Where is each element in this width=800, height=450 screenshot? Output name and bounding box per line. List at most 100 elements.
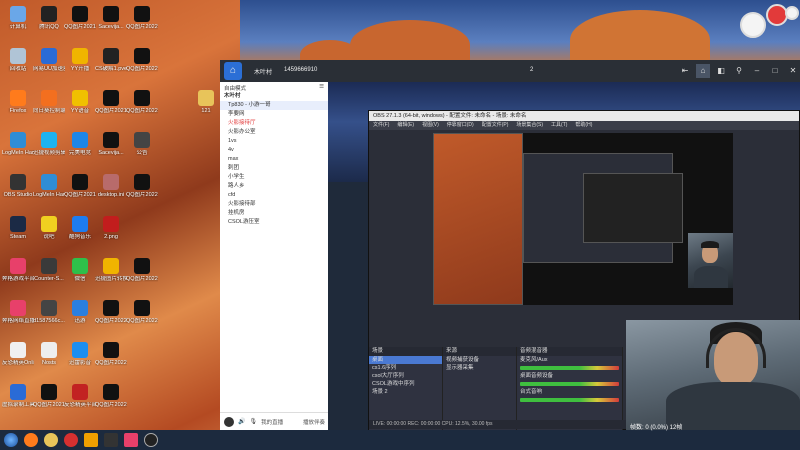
desktop-icon[interactable]: 酷狗音乐 xyxy=(64,216,96,240)
desktop-icon[interactable]: desktop.ini xyxy=(95,174,127,198)
desktop-icon[interactable]: 迅雷影音 xyxy=(64,342,96,366)
chat-mode[interactable]: 自由模式 xyxy=(224,84,246,92)
chat-channel-item[interactable]: 1vs xyxy=(220,137,328,146)
chat-channel-item[interactable]: 火影办公室 xyxy=(220,128,328,137)
obs-menu-item[interactable]: 视图(V) xyxy=(422,121,439,130)
desktop-icon[interactable]: 公告 xyxy=(126,132,158,156)
obs-menu-item[interactable]: 编辑(E) xyxy=(397,121,414,130)
chat-channel-item[interactable]: 挂机房 xyxy=(220,209,328,218)
desktop-icon[interactable]: 反恐精英Online xyxy=(2,342,34,366)
obs-menu-item[interactable]: 场景集合(S) xyxy=(516,121,543,130)
desktop-icon[interactable]: 说吧 xyxy=(33,216,65,240)
desktop-icon[interactable]: CS破解1.pve xyxy=(95,48,127,72)
taskbar-app[interactable] xyxy=(64,433,78,447)
taskbar-obs[interactable] xyxy=(144,433,158,447)
taskbar-app[interactable] xyxy=(104,433,118,447)
desktop-icon[interactable]: Sacevija... xyxy=(95,132,127,156)
chat-channel-item[interactable]: 小学生 xyxy=(220,173,328,182)
desktop-icon[interactable]: 奔格网络直播工具 xyxy=(2,300,34,324)
desktop-icon[interactable]: d1587566c... xyxy=(33,300,65,324)
desktop-icon[interactable]: QQ图片20220118... xyxy=(95,342,127,366)
desktop-icon[interactable]: QQ图片20220214... xyxy=(126,48,158,72)
desktop-icon[interactable]: Firefox xyxy=(2,90,34,114)
desktop-icon[interactable]: QQ图片20220111... xyxy=(126,300,158,324)
obs-menu-item[interactable]: 文件(F) xyxy=(373,121,389,130)
maximize-icon[interactable]: □ xyxy=(768,64,782,78)
desktop-icon[interactable]: 网易UU加速器 xyxy=(33,48,65,72)
home-tab-icon[interactable]: ⌂ xyxy=(696,64,710,78)
scene-item[interactable]: 场景 2 xyxy=(369,388,442,396)
mic-icon[interactable]: 🎙 xyxy=(249,418,257,425)
desktop-icon[interactable]: QQ图片20220121... xyxy=(95,384,127,408)
desktop-icon[interactable]: 向日葵控制端 xyxy=(33,90,65,114)
gamepad-icon[interactable]: ◧ xyxy=(714,64,728,78)
desktop-icon[interactable]: 计算机 xyxy=(2,6,34,30)
start-button[interactable] xyxy=(4,433,18,447)
desktop-icon[interactable]: QQ图片20220214... xyxy=(126,90,158,114)
desktop-icon[interactable]: LogMeIn Hamachi xyxy=(33,174,65,198)
my-live-label[interactable]: 我的直播 xyxy=(261,418,283,426)
chat-channel-item[interactable]: 火影接待厅 xyxy=(220,119,328,128)
obs-menu-item[interactable]: 工具(T) xyxy=(551,121,567,130)
desktop-icon[interactable]: QQ图片20220109... xyxy=(126,6,158,30)
scene-item[interactable]: 桌面 xyxy=(369,356,442,364)
scene-item[interactable]: csol大厅序列 xyxy=(369,372,442,380)
source-item[interactable]: 显示器采集 xyxy=(443,364,516,372)
home-icon[interactable]: ⌂ xyxy=(224,62,242,80)
desktop-icon[interactable]: QQ图片20211224... xyxy=(95,90,127,114)
desktop-icon[interactable]: Steam xyxy=(2,216,34,240)
volume-meter[interactable] xyxy=(520,366,619,370)
taskbar-firefox[interactable] xyxy=(24,433,38,447)
obs-menu-item[interactable]: 停靠窗口(D) xyxy=(447,121,474,130)
chat-channel-item[interactable]: max xyxy=(220,155,328,164)
pin-icon[interactable]: ⚲ xyxy=(732,64,746,78)
desktop-icon[interactable]: QQ图片20211212... xyxy=(64,6,96,30)
speaker-icon[interactable]: 🔊 xyxy=(238,418,245,425)
desktop-icon[interactable]: LogMeIn Hamachi xyxy=(2,132,34,156)
floating-app-icon[interactable] xyxy=(785,6,799,20)
volume-meter[interactable] xyxy=(520,382,619,386)
obs-menu-item[interactable]: 配置文件(P) xyxy=(482,121,509,130)
chat-channel-item[interactable]: 4v xyxy=(220,146,328,155)
desktop-icon[interactable]: 回收站 xyxy=(2,48,34,72)
desktop-icon[interactable]: 奔格游戏平台工具 xyxy=(2,258,34,282)
desktop-icon[interactable]: 迅捷图片转换器 xyxy=(95,258,127,282)
chat-channel-item[interactable]: 刺团 xyxy=(220,164,328,173)
chat-channel-item[interactable]: Tp830 - 小游一哥 xyxy=(220,101,328,110)
source-item[interactable]: 视频捕获设备 xyxy=(443,356,516,364)
avatar[interactable] xyxy=(224,416,234,427)
desktop-icon[interactable]: QQ图片20211212... xyxy=(33,384,65,408)
taskbar-app[interactable] xyxy=(124,433,138,447)
desktop-icon[interactable]: 虚拟录制工具 xyxy=(2,384,34,408)
taskbar-app[interactable] xyxy=(84,433,98,447)
obs-preview[interactable] xyxy=(433,133,733,305)
floating-app-icon[interactable] xyxy=(740,12,766,38)
chat-channel-item[interactable]: 路人乡 xyxy=(220,182,328,191)
close-icon[interactable]: ✕ xyxy=(786,64,800,78)
desktop-icon-folder[interactable]: 121 xyxy=(190,90,222,114)
desktop-icon[interactable]: OBS Studio xyxy=(2,174,34,198)
desktop-icon[interactable]: Counter-S... xyxy=(33,258,65,282)
desktop-icon[interactable]: YY开播 xyxy=(64,48,96,72)
desktop-icon[interactable]: 2.png xyxy=(95,216,127,240)
chat-channel-item[interactable]: 火影接待部 xyxy=(220,200,328,209)
minimize-icon[interactable]: – xyxy=(750,64,764,78)
chat-channel-item[interactable]: cfd xyxy=(220,191,328,200)
list-icon[interactable]: ☰ xyxy=(319,84,324,90)
desktop-icon[interactable]: 微信 xyxy=(64,258,96,282)
desktop-icon[interactable]: YY语音 xyxy=(64,90,96,114)
desktop-icon[interactable]: 反恐精英平台 xyxy=(64,384,96,408)
desktop-icon[interactable]: 迅捷视频剪辑软件 xyxy=(33,132,65,156)
back-icon[interactable]: ⇤ xyxy=(678,64,692,78)
taskbar-explorer[interactable] xyxy=(44,433,58,447)
music-label[interactable]: 播放伴奏 xyxy=(303,418,328,426)
desktop-icon[interactable]: Nosts xyxy=(33,342,65,366)
desktop-icon[interactable]: QQ图片20220226... xyxy=(126,174,158,198)
chat-channel-item[interactable]: CSOL游压室 xyxy=(220,218,328,227)
chat-channel-item[interactable]: 李要网 xyxy=(220,110,328,119)
desktop-icon[interactable]: 腾讯QQ xyxy=(33,6,65,30)
scene-item[interactable]: cs1.6序列 xyxy=(369,364,442,372)
desktop-icon[interactable]: Sacevija... xyxy=(95,6,127,30)
desktop-icon[interactable]: QQ图片20220118... xyxy=(95,300,127,324)
desktop-icon[interactable]: 迅游 xyxy=(64,300,96,324)
